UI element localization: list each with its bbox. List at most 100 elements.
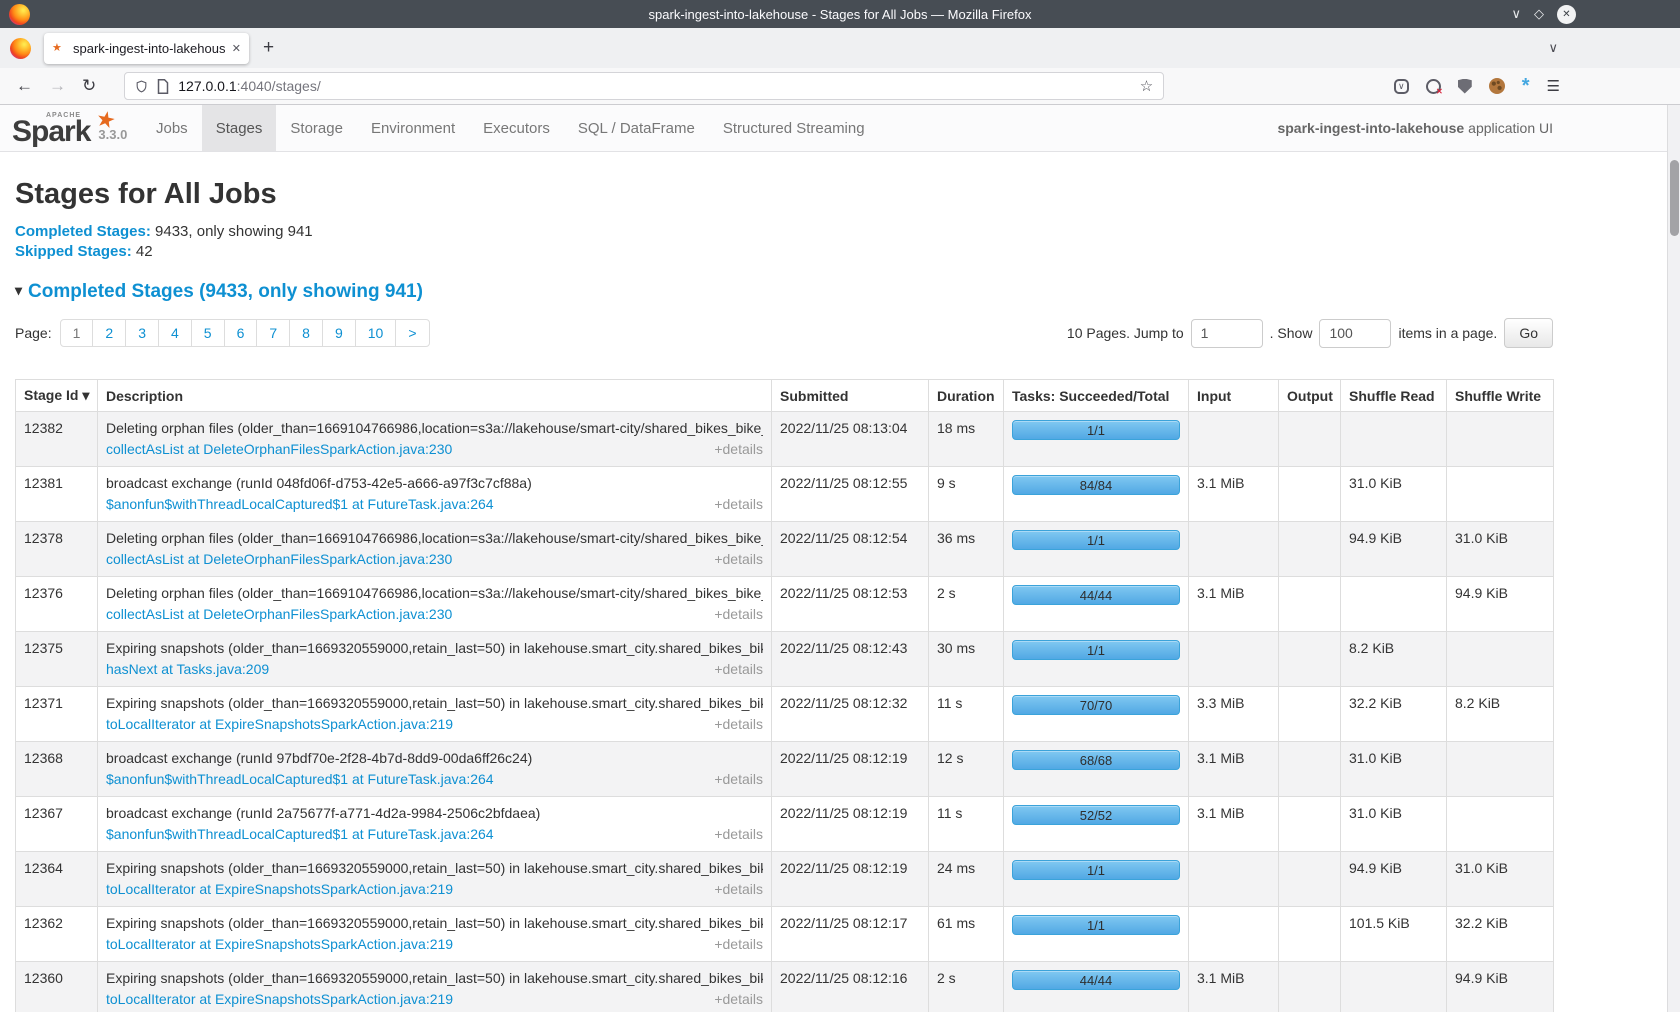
nav-tab-storage[interactable]: Storage	[276, 105, 357, 151]
shuffle-read-cell: 94.9 KiB	[1341, 852, 1447, 907]
page-button-8[interactable]: 8	[289, 319, 323, 347]
completed-stages-section-toggle[interactable]: ▾Completed Stages (9433, only showing 94…	[15, 281, 1553, 303]
header-shuffle-read[interactable]: Shuffle Read	[1341, 380, 1447, 412]
stage-callsite-link[interactable]: toLocalIterator at ExpireSnapshotsSparkA…	[106, 881, 453, 898]
stage-callsite-link[interactable]: collectAsList at DeleteOrphanFilesSparkA…	[106, 606, 452, 623]
nav-tab-stages[interactable]: Stages	[202, 105, 277, 151]
bookmark-star-icon[interactable]: ☆	[1140, 77, 1153, 95]
header-shuffle-write[interactable]: Shuffle Write	[1447, 380, 1554, 412]
header-input[interactable]: Input	[1189, 380, 1279, 412]
header-output[interactable]: Output	[1279, 380, 1341, 412]
pocket-icon[interactable]: ∨	[1394, 79, 1409, 94]
page-button-1[interactable]: 1	[60, 319, 94, 347]
reload-button[interactable]: ↻	[82, 76, 96, 96]
tab-overflow-chevron-icon[interactable]: ∨	[1548, 40, 1558, 56]
details-toggle[interactable]: +details	[714, 716, 763, 733]
tasks-cell: 68/68	[1004, 742, 1189, 797]
page-button-next[interactable]: >	[395, 319, 429, 347]
page-button-4[interactable]: 4	[158, 319, 192, 347]
stage-callsite-link[interactable]: $anonfun$withThreadLocalCaptured$1 at Fu…	[106, 826, 494, 843]
stage-id: 12364	[24, 860, 63, 876]
task-progress-label: 52/52	[1013, 806, 1179, 824]
shield-permissions-icon[interactable]	[135, 79, 148, 94]
window-maximize-icon[interactable]: ◇	[1534, 6, 1544, 22]
header-stage-id[interactable]: Stage Id ▾	[16, 380, 98, 412]
details-toggle[interactable]: +details	[714, 496, 763, 513]
header-duration[interactable]: Duration	[929, 380, 1004, 412]
window-minimize-icon[interactable]: ∨	[1511, 6, 1521, 22]
stage-callsite-link[interactable]: toLocalIterator at ExpireSnapshotsSparkA…	[106, 991, 453, 1008]
containers-extension-icon[interactable]	[1426, 79, 1441, 94]
scrollbar-thumb[interactable]	[1670, 160, 1679, 236]
details-toggle[interactable]: +details	[714, 771, 763, 788]
header-tasks[interactable]: Tasks: Succeeded/Total	[1004, 380, 1189, 412]
task-progress-bar: 1/1	[1012, 860, 1180, 880]
stage-id-cell: 12368	[16, 742, 98, 797]
hamburger-menu-icon[interactable]: ☰	[1547, 77, 1560, 95]
tasks-cell: 1/1	[1004, 632, 1189, 687]
stage-id-cell: 12364	[16, 852, 98, 907]
spark-logo[interactable]: Spark APACHE ★ 3.3.0	[0, 105, 138, 151]
items-per-page-input[interactable]	[1319, 319, 1391, 348]
stage-callsite-link[interactable]: collectAsList at DeleteOrphanFilesSparkA…	[106, 441, 452, 458]
new-tab-button[interactable]: +	[263, 37, 274, 59]
nav-tab-sql-dataframe[interactable]: SQL / DataFrame	[564, 105, 709, 151]
nav-tab-structured-streaming[interactable]: Structured Streaming	[709, 105, 879, 151]
forward-button[interactable]: →	[49, 76, 66, 96]
details-toggle[interactable]: +details	[714, 551, 763, 568]
page-content: Stages for All Jobs Completed Stages: 94…	[15, 178, 1553, 1012]
application-ui-label: spark-ingest-into-lakehouse application …	[1277, 105, 1680, 151]
stage-summary: Completed Stages: 9433, only showing 941…	[15, 223, 1553, 260]
extension-asterisk-icon[interactable]: *	[1522, 78, 1530, 94]
tab-close-icon[interactable]: ✕	[232, 42, 241, 55]
go-button[interactable]: Go	[1504, 318, 1553, 348]
vertical-scrollbar[interactable]	[1667, 105, 1680, 1012]
stage-id: 12367	[24, 805, 63, 821]
stage-description: broadcast exchange (runId 2a75677f-a771-…	[106, 805, 763, 822]
stage-id: 12375	[24, 640, 63, 656]
nav-tab-environment[interactable]: Environment	[357, 105, 469, 151]
page-button-9[interactable]: 9	[322, 319, 356, 347]
details-toggle[interactable]: +details	[714, 936, 763, 953]
stage-callsite-link[interactable]: toLocalIterator at ExpireSnapshotsSparkA…	[106, 936, 453, 953]
duration-cell: 30 ms	[929, 632, 1004, 687]
page-button-3[interactable]: 3	[125, 319, 159, 347]
nav-tab-jobs[interactable]: Jobs	[142, 105, 202, 151]
stage-callsite-link[interactable]: $anonfun$withThreadLocalCaptured$1 at Fu…	[106, 771, 494, 788]
details-toggle[interactable]: +details	[714, 606, 763, 623]
browser-tab[interactable]: ★ spark-ingest-into-lakehous ✕	[44, 33, 249, 64]
shuffle-read-cell: 101.5 KiB	[1341, 907, 1447, 962]
duration-cell: 36 ms	[929, 522, 1004, 577]
stage-callsite-link[interactable]: $anonfun$withThreadLocalCaptured$1 at Fu…	[106, 496, 494, 513]
details-toggle[interactable]: +details	[714, 826, 763, 843]
page-button-7[interactable]: 7	[256, 319, 290, 347]
details-toggle[interactable]: +details	[714, 441, 763, 458]
page-button-6[interactable]: 6	[224, 319, 258, 347]
back-button[interactable]: ←	[16, 76, 33, 96]
description-cell: Expiring snapshots (older_than=166932055…	[98, 687, 772, 742]
shuffle-write-cell	[1447, 742, 1554, 797]
stage-callsite-link[interactable]: hasNext at Tasks.java:209	[106, 661, 269, 678]
details-toggle[interactable]: +details	[714, 991, 763, 1008]
page-button-5[interactable]: 5	[191, 319, 225, 347]
tab-bar: ★ spark-ingest-into-lakehous ✕ + ∨	[0, 28, 1680, 68]
jump-to-page-input[interactable]	[1191, 319, 1263, 348]
page-button-10[interactable]: 10	[355, 319, 397, 347]
header-description[interactable]: Description	[98, 380, 772, 412]
stage-callsite-link[interactable]: toLocalIterator at ExpireSnapshotsSparkA…	[106, 716, 453, 733]
header-submitted[interactable]: Submitted	[772, 380, 929, 412]
window-close-icon[interactable]: ✕	[1557, 5, 1576, 24]
details-toggle[interactable]: +details	[714, 661, 763, 678]
cookie-extension-icon[interactable]	[1489, 78, 1505, 94]
details-toggle[interactable]: +details	[714, 881, 763, 898]
sort-desc-icon: ▾	[82, 387, 89, 403]
stage-callsite-link[interactable]: collectAsList at DeleteOrphanFilesSparkA…	[106, 551, 452, 568]
page-info-icon[interactable]	[157, 79, 169, 94]
url-text[interactable]: 127.0.0.1:4040/stages/	[178, 78, 320, 94]
task-progress-bar: 52/52	[1012, 805, 1180, 825]
ublock-shield-icon[interactable]	[1458, 79, 1472, 94]
url-bar[interactable]: 127.0.0.1:4040/stages/ ☆	[124, 72, 1164, 100]
nav-tab-executors[interactable]: Executors	[469, 105, 564, 151]
stages-table: Stage Id ▾ Description Submitted Duratio…	[15, 379, 1554, 1012]
page-button-2[interactable]: 2	[92, 319, 126, 347]
